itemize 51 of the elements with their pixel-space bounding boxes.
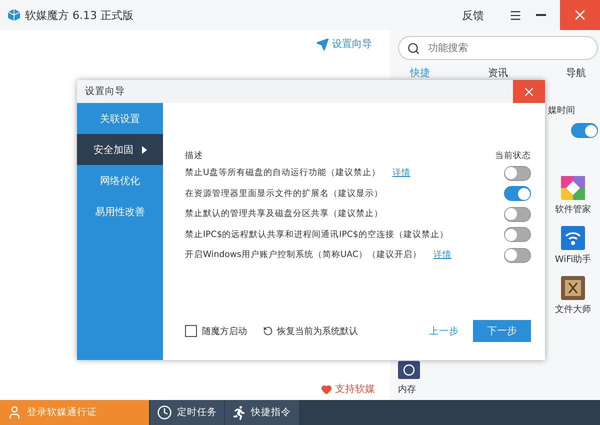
time-toggle[interactable] (571, 123, 598, 138)
tool-label[interactable]: 文件大师 (555, 303, 591, 316)
running-icon (232, 406, 246, 420)
paper-plane-icon (316, 38, 329, 50)
setup-wizard-link[interactable]: 设置向导 (316, 37, 372, 51)
search-icon (407, 42, 420, 54)
bottom-bar-button[interactable]: 定时任务 (150, 400, 225, 425)
restore-defaults-button[interactable]: 恢复当前为系统默认 (263, 324, 358, 338)
setting-toggle[interactable] (504, 248, 531, 263)
tool-label[interactable]: WiFi助手 (554, 253, 592, 266)
setting-text: 开启Windows用户账户控制系统（简称UAC）（建议开启） (185, 249, 422, 262)
startup-checkbox[interactable] (185, 325, 197, 337)
setting-text: 在资源管理器里面显示文件的扩展名（建议显示） (185, 188, 383, 200)
sidebar-item[interactable]: 安全加固 (77, 134, 163, 165)
user-icon (7, 405, 22, 420)
close-button[interactable] (560, 0, 600, 30)
heart-icon (321, 384, 332, 394)
apps-icon (561, 176, 585, 200)
feedback-link[interactable]: 反馈 (462, 8, 484, 22)
setting-toggle[interactable] (504, 206, 531, 222)
time-label: 媒时间 (548, 104, 575, 117)
minimize-icon (536, 14, 546, 16)
details-link[interactable]: 详情 (392, 167, 410, 180)
window-title: 软媒魔方 6.13 正式版 (25, 8, 134, 22)
wifi-icon (561, 226, 585, 250)
column-header: 描述 (185, 150, 203, 162)
setting-text: 禁止默认的管理共享及磁盘分区共享（建议禁止） (185, 208, 383, 220)
clock-icon (157, 405, 172, 420)
search-input[interactable]: 功能搜索 (426, 42, 570, 54)
support-link[interactable]: 支持软媒 (321, 382, 375, 396)
details-link[interactable]: 详情 (433, 249, 452, 262)
tool-label[interactable]: 内存 (398, 383, 416, 396)
panel-tab[interactable]: 资讯 (488, 66, 508, 80)
folder-icon (561, 276, 585, 300)
setting-toggle[interactable] (504, 166, 531, 181)
setting-toggle[interactable] (504, 186, 531, 202)
startup-label: 随魔方启动 (202, 326, 247, 338)
menu-icon (508, 8, 522, 22)
search-field[interactable]: 功能搜索 (398, 36, 598, 60)
dialog-close-button[interactable] (513, 80, 545, 103)
caret-icon (142, 146, 146, 154)
column-header: 当前状态 (495, 150, 531, 162)
setting-text: 禁止U盘等所有磁盘的自动运行功能（建议禁止） (185, 167, 380, 180)
tool-label[interactable]: 软件管家 (555, 203, 591, 216)
restore-icon (263, 326, 273, 336)
bottom-bar-button[interactable]: 快捷指令 (225, 400, 300, 425)
dialog-title: 设置向导 (85, 85, 125, 98)
setting-text: 禁止IPC$的远程默认共享和进程间通讯IPC$的空连接（建议禁止） (185, 228, 448, 241)
panel-tab[interactable]: 导航 (566, 66, 586, 80)
setting-toggle[interactable] (504, 227, 531, 242)
cube-logo-icon (8, 9, 20, 21)
